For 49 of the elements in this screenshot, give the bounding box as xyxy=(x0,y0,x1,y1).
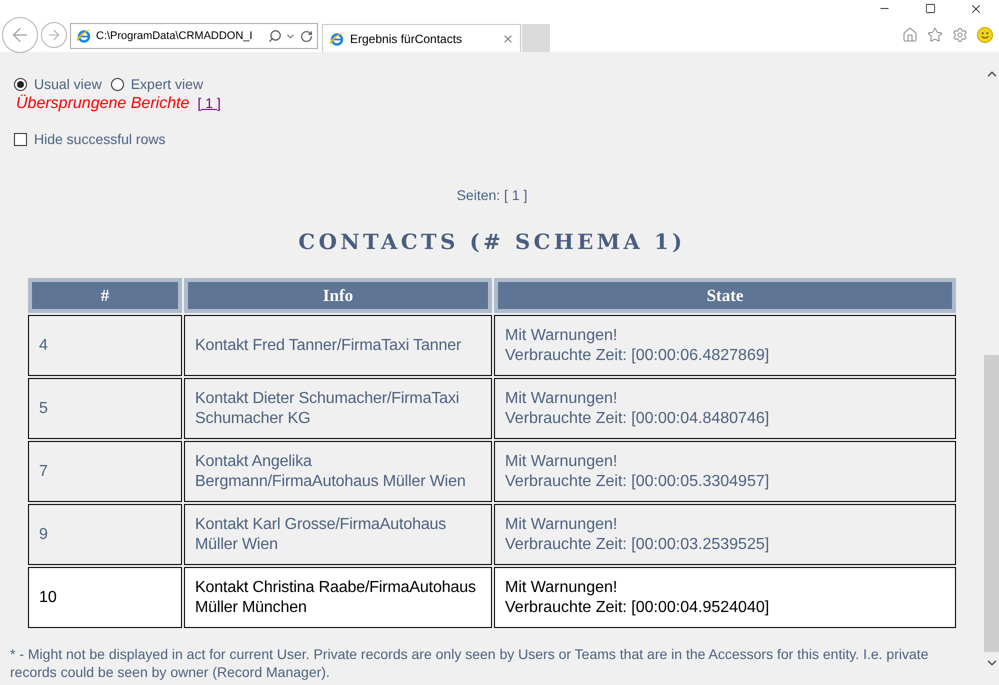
table-cell: Mit Warnungen! Verbrauchte Zeit: [00:00:03.2539525] xyxy=(494,504,956,565)
radio-button[interactable] xyxy=(14,78,27,90)
radio-label[interactable]: Usual view xyxy=(34,75,102,93)
pages-label: Seiten: [ 1 ] xyxy=(456,186,528,204)
table-row[interactable]: 5 Kontakt Dieter Schumacher/FirmaTaxi Schumacher KG Mit Warnungen! Verbrauchte Zeit: [00:00:04.8480746] xyxy=(28,378,956,439)
table-cell: 9 xyxy=(28,504,182,565)
table-cell: Mit Warnungen! Verbrauchte Zeit: [00:00:04.9524040] xyxy=(494,567,956,628)
tab-close-icon[interactable] xyxy=(502,32,514,44)
column-header: Info xyxy=(184,278,492,313)
table-cell: 4 xyxy=(28,315,182,376)
maximize-icon xyxy=(924,3,936,14)
address-field[interactable]: C:\ProgramData\CRMADDON_I xyxy=(96,29,252,43)
column-header: # xyxy=(28,278,182,313)
footnote: * - Might not be displayed in act for current User. Private records are only seen by Users or Teams that are in the Accessors for this entity. I.e. private records could be seen by owner (Record Manager). xyxy=(9,645,930,681)
table-cell: Mit Warnungen! Verbrauchte Zeit: [00:00:05.3304957] xyxy=(494,441,956,502)
table-cell: 7 xyxy=(28,441,182,502)
table-cell: Kontakt Dieter Schumacher/FirmaTaxi Schumacher KG xyxy=(184,378,492,439)
favorites-star-icon[interactable] xyxy=(927,27,943,43)
checkbox[interactable] xyxy=(14,132,27,146)
table-row[interactable]: 4 Kontakt Fred Tanner/FirmaTaxi Tanner Mit Warnungen! Verbrauchte Zeit: [00:00:06.4827869] xyxy=(28,315,956,376)
column-header: State xyxy=(494,278,956,313)
table-cell: 5 xyxy=(28,378,182,439)
scrollbar-thumb[interactable] xyxy=(984,355,999,652)
browser-tab[interactable]: Ergebnis fürContacts xyxy=(322,24,521,52)
settings-icon[interactable] xyxy=(952,27,968,43)
table-cell: Kontakt Angelika Bergmann/FirmaAutohaus Müller Wien xyxy=(184,441,492,502)
table-row[interactable]: 10 Kontakt Christina Raabe/FirmaAutohaus Müller München Mit Warnungen! Verbrauchte Zeit: [00:00:04.9524040] xyxy=(28,567,956,628)
table-cell: Kontakt Fred Tanner/FirmaTaxi Tanner xyxy=(184,315,492,376)
browser-logo-icon xyxy=(329,30,345,46)
table-cell: Kontakt Karl Grosse/FirmaAutohaus Müller Wien xyxy=(184,504,492,565)
forward-arrow-icon xyxy=(46,27,62,43)
table-cell: 10 xyxy=(28,567,182,628)
table-cell: Mit Warnungen! Verbrauchte Zeit: [00:00:04.8480746] xyxy=(494,378,956,439)
search-icon[interactable] xyxy=(268,29,282,43)
refresh-icon[interactable] xyxy=(300,30,313,42)
browser-logo-icon xyxy=(76,28,92,44)
radio-label[interactable]: Expert view xyxy=(130,75,204,93)
back-button[interactable] xyxy=(2,17,38,53)
table-row[interactable]: 9 Kontakt Karl Grosse/FirmaAutohaus Müller Wien Mit Warnungen! Verbrauchte Zeit: [00:00:03.2539525] xyxy=(28,504,956,565)
skipped-reports-link[interactable]: [ 1 ] xyxy=(197,95,221,112)
table-cell: Mit Warnungen! Verbrauchte Zeit: [00:00:06.4827869] xyxy=(494,315,956,376)
home-icon[interactable] xyxy=(902,27,918,43)
radio-button[interactable] xyxy=(110,78,124,90)
smiley-icon[interactable] xyxy=(977,27,993,43)
page-title: CONTACTS (# SCHEMA 1) xyxy=(298,228,686,256)
skipped-reports-label: Übersprungene Berichte xyxy=(16,94,190,113)
checkbox-label[interactable]: Hide successful rows xyxy=(34,130,166,148)
table-cell: Kontakt Christina Raabe/FirmaAutohaus Müller München xyxy=(184,567,492,628)
table-row[interactable]: 7 Kontakt Angelika Bergmann/FirmaAutohaus Müller Wien Mit Warnungen! Verbrauchte Zeit: [00:00:05.3304957] xyxy=(28,441,956,502)
